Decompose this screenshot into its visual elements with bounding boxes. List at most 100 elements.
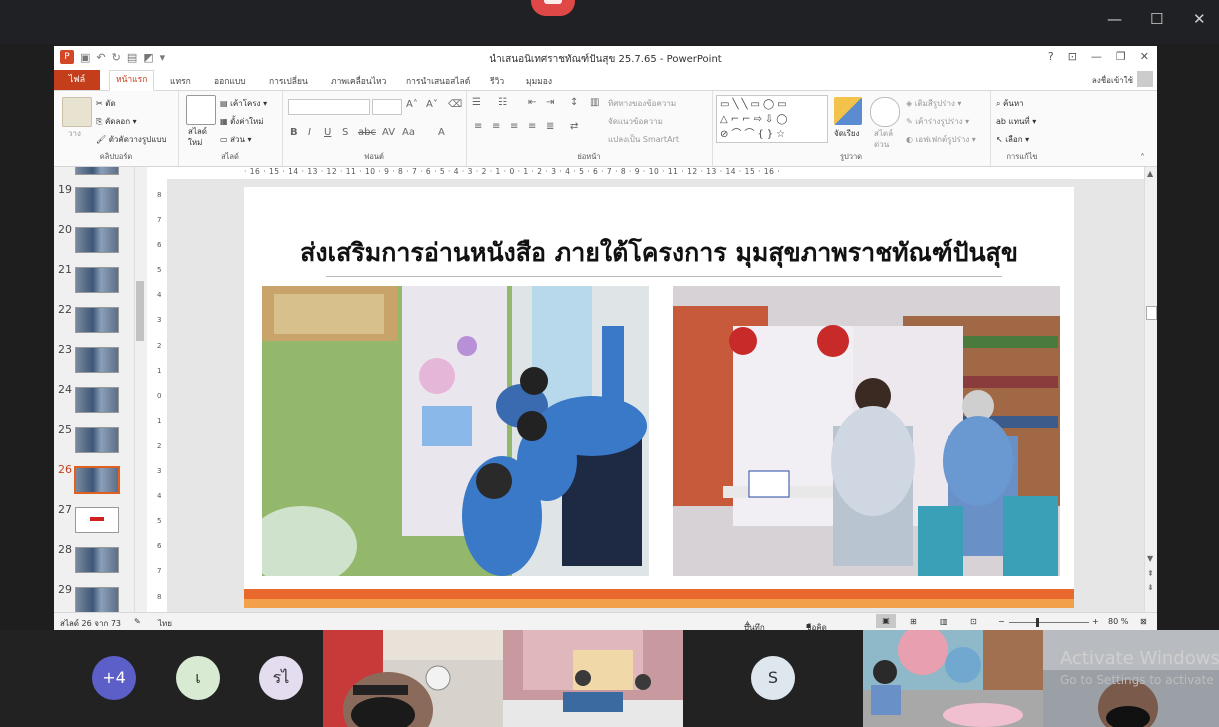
columns-icon[interactable]: ▥ — [590, 97, 599, 108]
format-painter-button[interactable]: 🖌 ตัวคัดวางรูปแบบ — [96, 133, 167, 146]
participant-avatar[interactable]: รไ — [259, 656, 303, 700]
change-case-icon[interactable]: Aa — [402, 127, 415, 138]
paste-icon[interactable] — [62, 97, 92, 127]
clear-formatting-icon[interactable]: ⌫ — [448, 99, 462, 110]
editor-scrollbar[interactable]: ▲ ▼ ⇞ ⇟ — [1144, 167, 1157, 612]
tab-file[interactable]: ไฟล์ — [54, 70, 100, 90]
tab-review[interactable]: รีวิว — [490, 74, 504, 88]
tab-slideshow[interactable]: การนำเสนอสไลด์ — [406, 74, 470, 88]
copy-button[interactable]: ⎘ คัดลอก ▾ — [96, 115, 137, 128]
tab-view[interactable]: มุมมอง — [526, 74, 552, 88]
strikethrough-icon[interactable]: abc — [358, 127, 376, 138]
zoom-out-icon[interactable]: − — [998, 617, 1005, 626]
outer-close-icon[interactable]: ✕ — [1193, 10, 1206, 28]
distributed-icon[interactable]: ≣ — [546, 121, 554, 132]
align-text-button[interactable]: จัดแนวข้อความ — [608, 115, 663, 128]
align-left-icon[interactable]: ≡ — [474, 121, 482, 132]
sign-in-link[interactable]: ลงชื่อเข้าใช้ — [1092, 74, 1133, 87]
current-slide[interactable]: ส่งเสริมการอ่านหนังสือ ภายใต้โครงการ มุม… — [244, 187, 1074, 608]
zoom-in-icon[interactable]: + — [1092, 617, 1099, 626]
language-label[interactable]: ไทย — [158, 617, 172, 630]
layout-button[interactable]: ▤ เค้าโครง ▾ — [220, 97, 267, 110]
slide-title[interactable]: ส่งเสริมการอ่านหนังสือ ภายใต้โครงการ มุม… — [244, 233, 1074, 273]
user-avatar-icon[interactable] — [1137, 71, 1153, 87]
ribbon-display-icon[interactable]: ⊡ — [1068, 50, 1077, 63]
outer-minimize-icon[interactable]: — — [1107, 10, 1122, 28]
tab-home[interactable]: หน้าแรก — [109, 70, 155, 91]
arrange-label[interactable]: จัดเรียง — [834, 127, 860, 140]
participant-video[interactable] — [863, 630, 1043, 727]
next-slide-icon[interactable]: ⇟ — [1147, 583, 1154, 592]
smartart-button[interactable]: แปลงเป็น SmartArt — [608, 133, 679, 146]
slide-thumbnail-partial[interactable] — [75, 167, 119, 175]
previous-slide-icon[interactable]: ⇞ — [1147, 569, 1154, 578]
align-right-icon[interactable]: ≡ — [510, 121, 518, 132]
photo-right[interactable] — [673, 286, 1060, 576]
scroll-up-icon[interactable]: ▲ — [1147, 169, 1153, 178]
photo-left[interactable] — [262, 286, 649, 576]
new-slide-label-2[interactable]: ใหม่ — [188, 136, 202, 149]
replace-button[interactable]: ab แทนที่ ▾ — [996, 115, 1036, 128]
bold-icon[interactable]: B — [290, 127, 298, 138]
help-icon[interactable]: ? — [1048, 50, 1054, 63]
find-button[interactable]: ⌕ ค้นหา — [996, 97, 1024, 110]
fit-to-window-icon[interactable]: ⊠ — [1140, 617, 1147, 626]
participant-avatar[interactable]: เ — [176, 656, 220, 700]
char-spacing-icon[interactable]: AV — [382, 127, 395, 138]
collapse-ribbon-icon[interactable]: ˄ — [1140, 153, 1145, 164]
bullets-icon[interactable]: ☰ — [472, 97, 481, 108]
quick-styles-label-2[interactable]: ด่วน — [874, 138, 889, 151]
normal-view-icon[interactable]: ▣ — [876, 614, 896, 628]
tab-design[interactable]: ออกแบบ — [214, 74, 246, 88]
arrange-icon[interactable] — [834, 97, 862, 125]
zoom-level[interactable]: 80 % — [1108, 617, 1128, 626]
shape-outline-button[interactable]: ✎ เค้าร่างรูปร่าง ▾ — [906, 115, 969, 128]
slideshow-view-icon[interactable]: ⊡ — [970, 617, 977, 626]
shape-effects-button[interactable]: ◐ เอฟเฟกต์รูปร่าง ▾ — [906, 133, 976, 146]
grow-font-icon[interactable]: A˄ — [406, 99, 418, 110]
shapes-gallery[interactable]: ▭╲╲▭◯▭ △⌐⌐⇨⇩◯ ⊘⌒⌒{}☆ — [716, 95, 828, 143]
numbering-icon[interactable]: ☷ — [498, 97, 507, 108]
slide-sorter-icon[interactable]: ⊞ — [910, 617, 917, 626]
tab-animations[interactable]: ภาพเคลื่อนไหว — [331, 74, 386, 88]
paragraph-direction-icon[interactable]: ⇄ — [570, 121, 578, 132]
shape-fill-button[interactable]: ◈ เติมสีรูปร่าง ▾ — [906, 97, 961, 110]
align-center-icon[interactable]: ≡ — [492, 121, 500, 132]
select-button[interactable]: ↖ เลือก ▾ — [996, 133, 1029, 146]
zoom-slider[interactable] — [1009, 622, 1089, 623]
thumbnails-scrollbar[interactable] — [134, 167, 147, 612]
underline-icon[interactable]: U — [324, 127, 331, 138]
line-spacing-icon[interactable]: ↕ — [570, 97, 578, 108]
participant-video[interactable] — [323, 630, 503, 727]
font-size-combo[interactable] — [372, 99, 402, 115]
text-direction-button[interactable]: ทิศทางของข้อความ — [608, 97, 676, 110]
decrease-indent-icon[interactable]: ⇤ — [528, 97, 536, 108]
justify-icon[interactable]: ≡ — [528, 121, 536, 132]
font-name-combo[interactable] — [288, 99, 370, 115]
tab-insert[interactable]: แทรก — [170, 74, 191, 88]
zoom-slider-thumb[interactable] — [1036, 618, 1039, 627]
increase-indent-icon[interactable]: ⇥ — [546, 97, 554, 108]
shadow-icon[interactable]: S — [342, 127, 348, 138]
tab-transitions[interactable]: การเปลี่ยน — [269, 74, 308, 88]
thumbnails-scroll-thumb[interactable] — [136, 281, 144, 341]
reading-view-icon[interactable]: ▥ — [940, 617, 948, 626]
camera-icon[interactable] — [531, 0, 575, 16]
participant-avatar[interactable]: S — [751, 656, 795, 700]
cut-button[interactable]: ✂ ตัด — [96, 97, 116, 110]
editor-scroll-thumb[interactable] — [1146, 306, 1157, 320]
minimize-icon[interactable]: — — [1091, 50, 1102, 63]
section-button[interactable]: ▭ ส่วน ▾ — [220, 133, 252, 146]
participant-video[interactable] — [503, 630, 683, 727]
shrink-font-icon[interactable]: A˅ — [426, 99, 438, 110]
more-participants-avatar[interactable]: +4 — [92, 656, 136, 700]
restore-icon[interactable]: ❐ — [1116, 50, 1126, 63]
close-icon[interactable]: ✕ — [1140, 50, 1149, 63]
quick-styles-icon[interactable] — [870, 97, 900, 127]
font-color-icon[interactable]: A — [438, 127, 445, 138]
scroll-down-icon[interactable]: ▼ — [1147, 554, 1153, 563]
new-slide-icon[interactable] — [186, 95, 216, 125]
italic-icon[interactable]: I — [308, 127, 311, 138]
reset-button[interactable]: ▦ ตั้งค่าใหม่ — [220, 115, 264, 128]
outer-maximize-icon[interactable]: ☐ — [1150, 10, 1163, 28]
